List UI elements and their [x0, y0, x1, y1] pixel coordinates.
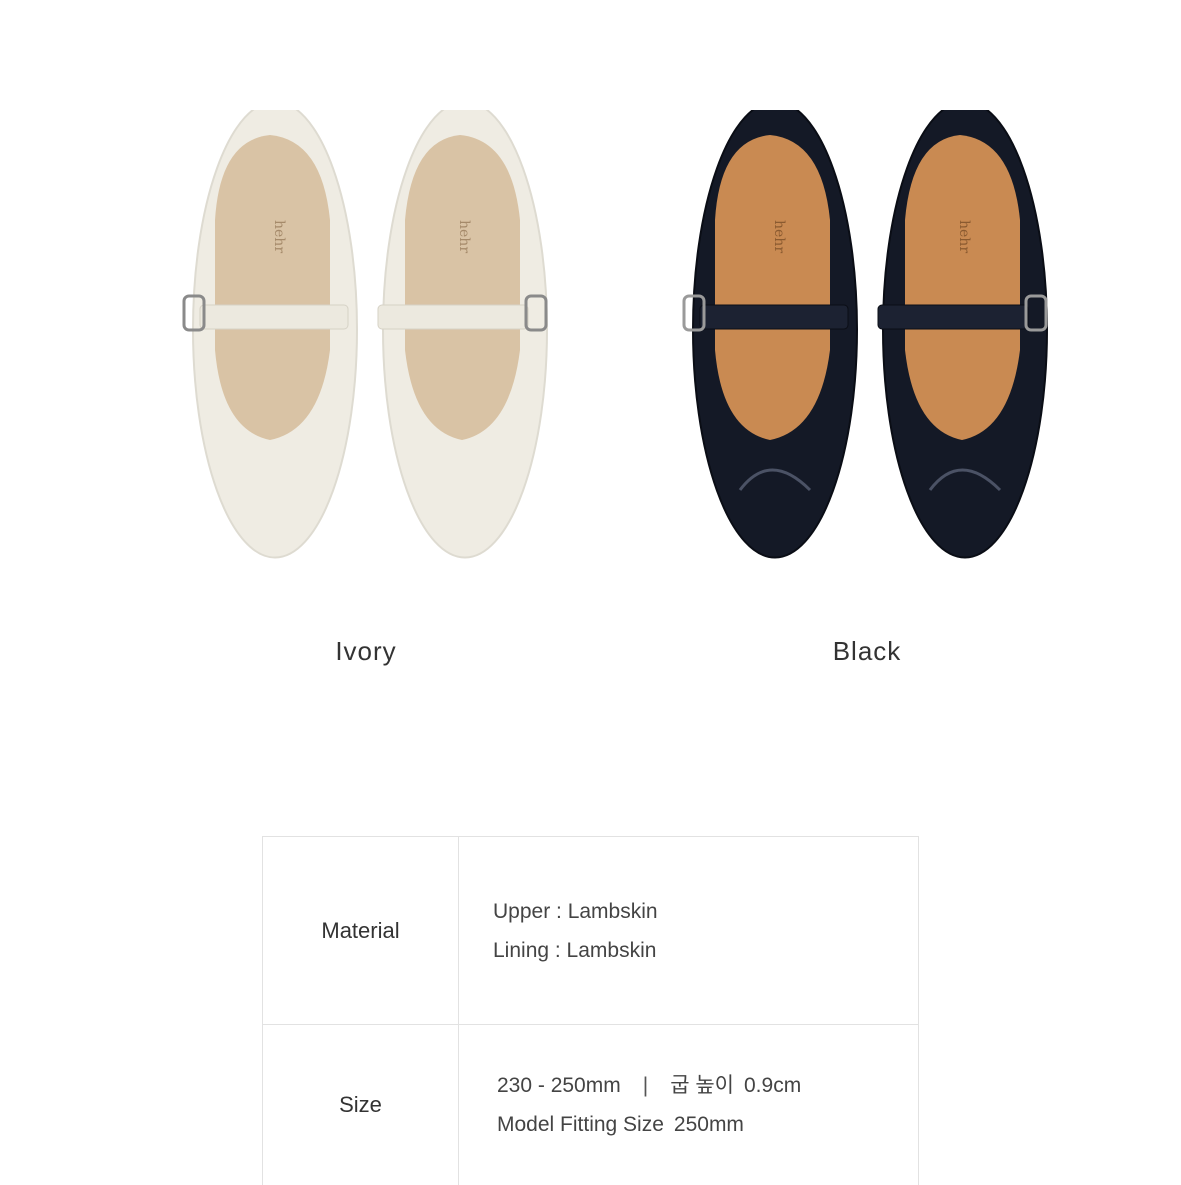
black-right-shoe: hehr	[878, 110, 1047, 558]
fitting-label: Model Fitting Size	[497, 1113, 664, 1136]
black-left-shoe: hehr	[684, 110, 857, 558]
size-value: 230 - 250mm | 굽 높이 0.9cm Model Fitting Size…	[459, 1025, 919, 1185]
heel-value: 0.9cm	[744, 1074, 801, 1097]
spec-row-material: Material Upper : Lambskin Lining : Lambs…	[263, 837, 919, 1025]
black-shoes-image: hehr hehr	[660, 110, 1080, 610]
color-label-black: Black	[767, 636, 967, 667]
material-upper: Upper : Lambskin	[493, 892, 917, 931]
material-value: Upper : Lambskin Lining : Lambskin	[459, 837, 919, 1025]
svg-text:hehr: hehr	[271, 220, 287, 253]
size-line-2: Model Fitting Size 250mm	[493, 1105, 917, 1144]
ivory-left-shoe: hehr	[184, 110, 357, 558]
svg-text:hehr: hehr	[956, 220, 972, 253]
spec-row-size: Size 230 - 250mm | 굽 높이 0.9cm Model Fitting…	[263, 1025, 919, 1185]
svg-text:hehr: hehr	[456, 220, 472, 253]
size-label: Size	[263, 1025, 459, 1185]
size-separator: |	[643, 1066, 648, 1105]
material-lining: Lining : Lambskin	[493, 931, 917, 970]
ivory-shoes-image: hehr hehr	[160, 110, 580, 610]
size-line-1: 230 - 250mm | 굽 높이 0.9cm	[493, 1066, 917, 1105]
material-label: Material	[263, 837, 459, 1025]
spec-table: Material Upper : Lambskin Lining : Lambs…	[262, 836, 919, 1185]
heel-label: 굽 높이	[670, 1074, 734, 1097]
ivory-right-shoe: hehr	[378, 110, 547, 558]
color-label-ivory: Ivory	[266, 636, 466, 667]
fitting-value: 250mm	[674, 1113, 744, 1136]
size-range: 230 - 250mm	[497, 1074, 621, 1097]
svg-text:hehr: hehr	[771, 220, 787, 253]
